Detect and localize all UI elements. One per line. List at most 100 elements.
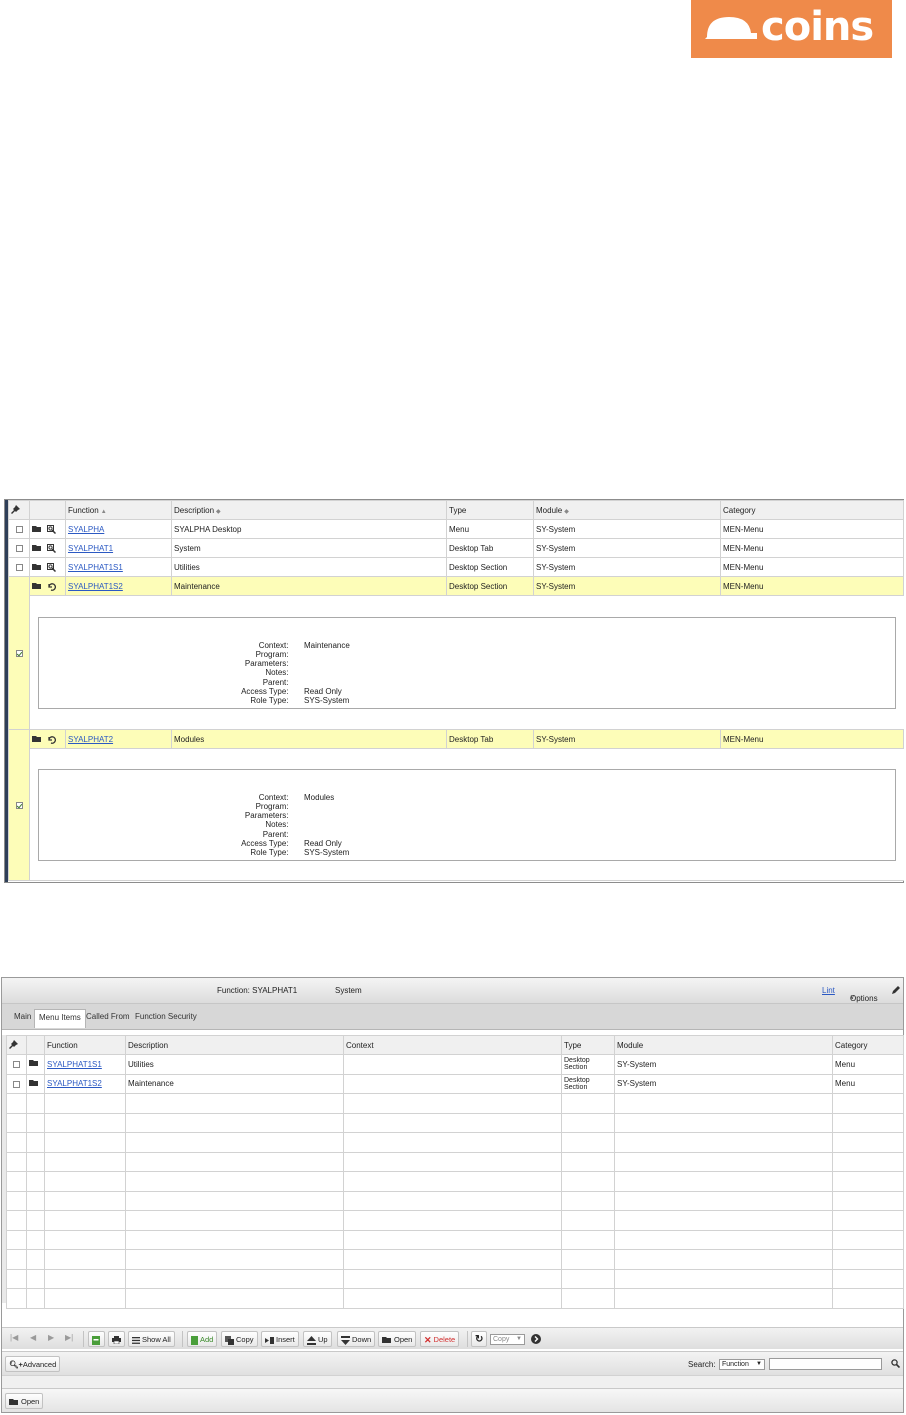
tab-menu-items[interactable]: Menu Items: [34, 1009, 86, 1028]
go-arrow-icon[interactable]: [531, 1334, 541, 1344]
col-category[interactable]: Category: [832, 1035, 904, 1055]
col-context[interactable]: Context: [343, 1035, 562, 1055]
show-all-button[interactable]: Show All: [128, 1331, 175, 1347]
table-row-selected[interactable]: SYALPHAT2 Modules Desktop Tab SY-System …: [8, 729, 904, 881]
empty-cell: [561, 1093, 615, 1114]
folder-icon[interactable]: [32, 525, 42, 533]
empty-cell: [125, 1229, 344, 1250]
col-function[interactable]: Function: [44, 1035, 126, 1055]
empty-cell: [343, 1151, 562, 1172]
col-module[interactable]: Module: [614, 1035, 833, 1055]
pin-header[interactable]: [8, 500, 30, 520]
function-link[interactable]: SYALPHAT1: [68, 544, 113, 553]
advanced-search-button[interactable]: 🔍︎+Advanced: [5, 1356, 61, 1372]
delete-x-icon: ✕: [424, 1334, 432, 1345]
detail-value: Maintenance: [304, 640, 350, 650]
down-button[interactable]: Down: [337, 1331, 376, 1347]
folder-icon[interactable]: [32, 735, 42, 743]
function-link[interactable]: SYALPHAT1S1: [68, 563, 123, 572]
delete-button[interactable]: ✕ Delete: [420, 1331, 460, 1347]
row-checkbox[interactable]: [15, 525, 23, 533]
empty-cell: [6, 1268, 27, 1289]
zoom-icon[interactable]: [47, 562, 57, 572]
print-button[interactable]: [108, 1331, 125, 1347]
prev-page-icon[interactable]: ◀: [30, 1333, 36, 1342]
empty-cell: [6, 1151, 27, 1172]
search-icon[interactable]: [891, 1359, 900, 1368]
export-icon: [92, 1335, 100, 1345]
empty-cell: [614, 1249, 833, 1270]
tab-function-security[interactable]: Function Security: [131, 1009, 201, 1026]
table-row[interactable]: SYALPHAT1 System Desktop Tab SY-System M…: [8, 538, 904, 558]
detail-label: Context:: [258, 792, 289, 802]
table-row-selected[interactable]: SYALPHAT1S2 Maintenance Desktop Section …: [8, 576, 904, 730]
col-category[interactable]: Category: [720, 500, 904, 520]
function-link[interactable]: SYALPHAT1S2: [68, 582, 123, 591]
refresh-button[interactable]: ↻: [471, 1331, 487, 1347]
edit-pencil-icon[interactable]: [891, 985, 901, 995]
function-link[interactable]: SYALPHAT1S1: [47, 1060, 102, 1069]
empty-cell: [343, 1112, 562, 1133]
row-checkbox[interactable]: [15, 563, 23, 571]
col-module[interactable]: Module ◆: [533, 500, 721, 520]
col-type[interactable]: Type: [561, 1035, 615, 1055]
refresh-icon: ↻: [475, 1334, 484, 1345]
tab-called-from[interactable]: Called From: [82, 1009, 134, 1026]
lint-link[interactable]: Lint: [822, 986, 835, 995]
empty-cell: [343, 1171, 562, 1192]
row-checkbox[interactable]: [13, 1061, 20, 1069]
last-page-icon[interactable]: ▶|: [65, 1333, 73, 1342]
first-page-icon[interactable]: |◀: [10, 1333, 18, 1342]
bottom-open-button[interactable]: Open: [5, 1393, 44, 1409]
row-checkbox[interactable]: [15, 544, 23, 552]
copy-button[interactable]: Copy: [221, 1331, 258, 1347]
function-detail-window: Function: SYALPHAT1 System Lint Options …: [1, 977, 904, 1413]
pin-header[interactable]: [6, 1035, 27, 1055]
zoom-icon[interactable]: [47, 543, 57, 553]
add-button[interactable]: Add: [187, 1331, 218, 1347]
col-description[interactable]: Description ◆: [171, 500, 447, 520]
type-cell: Desktop Section: [561, 1054, 615, 1075]
function-link[interactable]: SYALPHAT2: [68, 735, 113, 744]
module-cell: SY-System: [533, 729, 721, 749]
tab-main[interactable]: Main: [10, 1009, 35, 1026]
undo-icon[interactable]: [47, 582, 57, 591]
detail-label: Program:: [255, 649, 289, 659]
row-checkbox[interactable]: [15, 649, 23, 657]
table-row[interactable]: SYALPHAT1S1 Utilities Desktop Section SY…: [6, 1054, 904, 1075]
search-input[interactable]: [769, 1358, 882, 1370]
insert-button[interactable]: Insert: [261, 1331, 299, 1347]
undo-icon[interactable]: [47, 735, 57, 744]
folder-icon[interactable]: [32, 544, 42, 552]
copy-select[interactable]: Copy ▼: [490, 1334, 525, 1345]
export-button[interactable]: [88, 1331, 105, 1347]
folder-icon[interactable]: [29, 1079, 39, 1087]
next-page-icon[interactable]: ▶: [48, 1333, 54, 1342]
empty-cell: [26, 1268, 45, 1289]
zoom-icon[interactable]: [47, 524, 57, 534]
col-type[interactable]: Type: [446, 500, 534, 520]
up-button[interactable]: Up: [303, 1331, 332, 1347]
description-cell: Utilities: [171, 557, 447, 577]
col-function[interactable]: Function ▲: [65, 500, 172, 520]
empty-cell: [44, 1229, 126, 1250]
folder-icon[interactable]: [32, 563, 42, 571]
table-row[interactable]: SYALPHAT1S2 Maintenance Desktop Section …: [6, 1073, 904, 1094]
row-checkbox[interactable]: [15, 801, 23, 809]
empty-cell: [26, 1151, 45, 1172]
table-row[interactable]: SYALPHAT1S1 Utilities Desktop Section SY…: [8, 557, 904, 577]
folder-icon[interactable]: [32, 582, 42, 590]
table-row[interactable]: SYALPHA SYALPHA Desktop Menu SY-System M…: [8, 519, 904, 539]
menu-items-table: Function Description Context Type Module…: [6, 1035, 904, 1309]
empty-cell: [343, 1249, 562, 1270]
function-link[interactable]: SYALPHAT1S2: [47, 1079, 102, 1088]
open-button[interactable]: Open: [378, 1331, 417, 1347]
col-description[interactable]: Description: [125, 1035, 344, 1055]
function-link[interactable]: SYALPHA: [68, 525, 104, 534]
empty-cell: [26, 1093, 45, 1114]
row-checkbox[interactable]: [13, 1080, 20, 1088]
search-bar: 🔍︎+Advanced Search: Function ▼: [2, 1351, 903, 1375]
folder-icon[interactable]: [29, 1059, 39, 1067]
search-field-select[interactable]: Function ▼: [719, 1359, 765, 1370]
window-subtitle: System: [335, 986, 362, 995]
